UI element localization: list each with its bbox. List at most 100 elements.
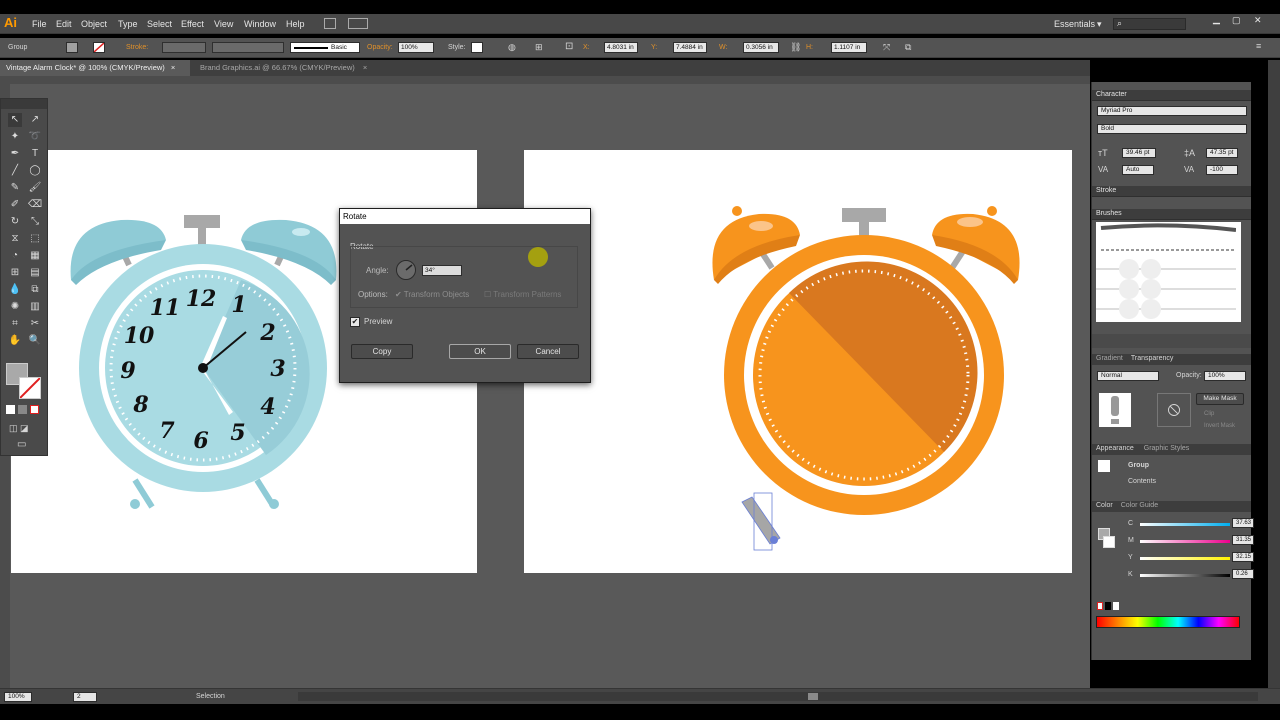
menu-file[interactable]: File (32, 19, 47, 29)
eyedropper-icon[interactable]: 💧 (8, 283, 22, 297)
maximize-icon[interactable]: ▢ (1232, 15, 1241, 26)
tab-graphic-styles[interactable]: Graphic Styles (1144, 445, 1190, 454)
isolate-icon[interactable]: ⧉ (905, 42, 911, 53)
zoom-tool-icon[interactable]: 🔍 (28, 334, 42, 348)
leading-field[interactable]: 47.35 pt (1206, 148, 1238, 158)
artboard-2[interactable] (524, 150, 1072, 573)
panel-menu-icon[interactable]: ≡ (1256, 41, 1261, 51)
stroke-panel-header[interactable]: Stroke (1092, 186, 1251, 197)
screen-mode-icon[interactable]: ▭ (17, 439, 26, 450)
symbol-sprayer-icon[interactable]: ✺ (8, 300, 22, 314)
font-family-field[interactable]: Myriad Pro (1097, 106, 1247, 116)
shape-builder-icon[interactable]: ◔ (8, 249, 22, 263)
m-field[interactable]: 31.35 (1232, 535, 1254, 545)
lasso-icon[interactable]: ➰ (28, 130, 42, 144)
brushes-panel-header[interactable]: Brushes (1092, 209, 1251, 220)
rotate-tool-icon[interactable]: ↻ (8, 215, 22, 229)
menu-view[interactable]: View (214, 19, 233, 29)
workspace-switcher[interactable]: Essentials (1054, 19, 1095, 29)
menu-effect[interactable]: Effect (181, 19, 204, 29)
appearance-item[interactable]: Group (1128, 462, 1149, 469)
pen-tool-icon[interactable]: ✒ (8, 147, 22, 161)
tracking-field[interactable]: -100 (1206, 165, 1238, 175)
close-icon[interactable]: ✕ (1254, 15, 1262, 26)
bridge-icon[interactable] (324, 18, 336, 29)
search-input[interactable] (1113, 18, 1186, 30)
tab-appearance[interactable]: Appearance (1096, 445, 1134, 454)
slice-tool-icon[interactable]: ✂ (28, 317, 42, 331)
cancel-button[interactable]: Cancel (517, 344, 579, 359)
invert-mask-checkbox[interactable]: Invert Mask (1204, 423, 1235, 429)
menu-help[interactable]: Help (286, 19, 305, 29)
type-tool-icon[interactable]: T (28, 147, 42, 161)
preview-checkbox[interactable]: ✔ (350, 317, 360, 327)
gradient-tool-icon[interactable]: ▤ (28, 266, 42, 280)
transform-objects-checkbox[interactable]: ✔ Transform Objects (395, 290, 469, 299)
transform-patterns-checkbox[interactable]: ☐ Transform Patterns (484, 290, 561, 299)
brushes-library[interactable] (1096, 222, 1241, 322)
brushes-toolbar[interactable] (1092, 334, 1251, 348)
line-tool-icon[interactable]: ╱ (8, 164, 22, 178)
h-field[interactable]: 1.1107 in (831, 42, 867, 53)
font-style-field[interactable]: Bold (1097, 124, 1247, 134)
selection-tool-icon[interactable]: ↖ (8, 113, 22, 127)
opacity-field[interactable]: 100% (398, 42, 434, 53)
mesh-tool-icon[interactable]: ⊞ (8, 266, 22, 280)
tab-brand-graphics[interactable]: Brand Graphics.ai @ 66.67% (CMYK/Preview… (194, 60, 384, 76)
quick-swatches[interactable] (1097, 602, 1119, 611)
stroke-weight-field[interactable] (162, 42, 206, 53)
tab-gradient[interactable]: Gradient (1096, 355, 1123, 364)
transform-icon[interactable]: ⤧ (883, 42, 890, 53)
stroke-color-icon[interactable] (1103, 536, 1115, 548)
stroke-label[interactable]: Stroke: (126, 44, 148, 51)
c-slider[interactable] (1140, 523, 1230, 526)
hand-tool-icon[interactable]: ✋ (8, 334, 22, 348)
right-scrollbar[interactable] (1268, 60, 1280, 688)
menu-type[interactable]: Type (118, 19, 138, 29)
menu-window[interactable]: Window (244, 19, 276, 29)
graphic-style-swatch[interactable] (471, 42, 483, 53)
draw-mode-icon[interactable]: ◫ ◪ (9, 423, 29, 434)
menu-select[interactable]: Select (147, 19, 172, 29)
magic-wand-icon[interactable]: ✦ (8, 130, 22, 144)
clip-checkbox[interactable]: Clip (1204, 411, 1214, 417)
reference-point-icon[interactable]: ⊡ (565, 41, 573, 52)
tab-color[interactable]: Color (1096, 502, 1113, 511)
opacity-field[interactable]: 100% (1204, 371, 1246, 381)
font-size-field[interactable]: 39.46 pt (1122, 148, 1156, 158)
variable-width-field[interactable] (212, 42, 284, 53)
stroke-swatch[interactable] (93, 42, 105, 53)
menu-object[interactable]: Object (81, 19, 107, 29)
chevron-down-icon[interactable]: ▾ (1097, 19, 1102, 30)
minimize-icon[interactable]: ▁ (1213, 14, 1220, 25)
k-field[interactable]: 0.26 (1232, 569, 1254, 579)
ellipse-tool-icon[interactable]: ◯ (28, 164, 42, 178)
scale-tool-icon[interactable]: ⤡ (28, 215, 42, 229)
no-mask-icon[interactable]: ⦸ (1157, 393, 1191, 427)
y-slider[interactable] (1140, 557, 1230, 560)
k-slider[interactable] (1140, 574, 1230, 577)
blob-brush-icon[interactable]: ✐ (8, 198, 22, 212)
brush-definition[interactable]: Basic (290, 42, 360, 53)
angle-dial-icon[interactable] (396, 260, 416, 280)
kerning-field[interactable]: Auto (1122, 165, 1154, 175)
brush-icon[interactable]: 🖌 (28, 181, 42, 195)
tab-vintage-alarm-clock[interactable]: Vintage Alarm Clock* @ 100% (CMYK/Previe… (0, 60, 190, 76)
tools-panel-header[interactable] (1, 99, 47, 109)
stroke-color-icon[interactable] (19, 377, 41, 399)
tab-color-guide[interactable]: Color Guide (1121, 502, 1158, 511)
c-field[interactable]: 37.63 (1232, 518, 1254, 528)
blend-mode-select[interactable]: Normal (1097, 371, 1159, 381)
link-icon[interactable]: ⛓ (790, 42, 801, 53)
perspective-grid-icon[interactable]: ▦ (28, 249, 42, 263)
pencil-icon[interactable]: ✎ (8, 181, 22, 195)
appearance-contents[interactable]: Contents (1128, 478, 1156, 485)
arrange-documents-icon[interactable] (348, 18, 368, 29)
horizontal-scrollbar[interactable] (298, 692, 1258, 701)
m-slider[interactable] (1140, 540, 1230, 543)
menu-edit[interactable]: Edit (56, 19, 72, 29)
recolor-icon[interactable]: ◍ (508, 42, 516, 53)
close-icon[interactable]: × (171, 63, 175, 72)
blend-tool-icon[interactable]: ⧉ (28, 283, 42, 297)
w-field[interactable]: 0.3056 in (743, 42, 779, 53)
